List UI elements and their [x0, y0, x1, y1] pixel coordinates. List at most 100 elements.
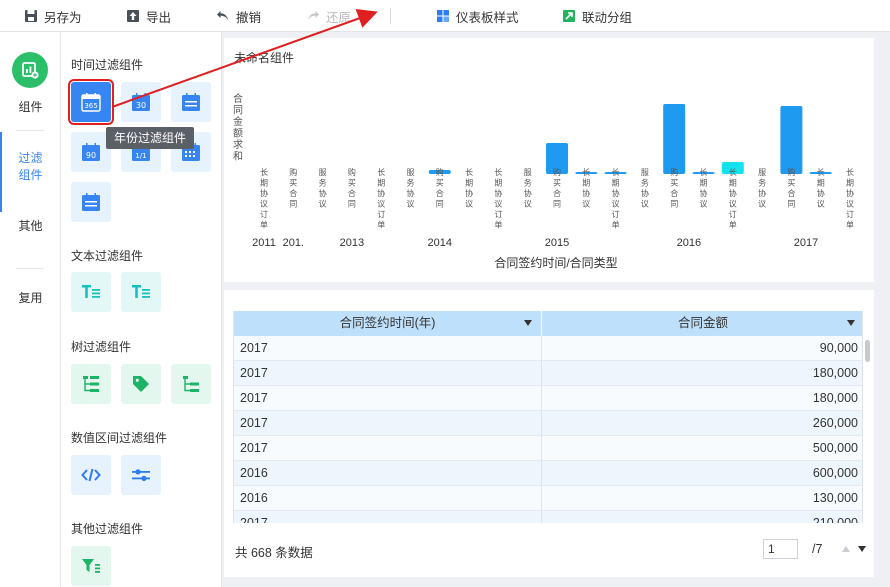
- undo-label: 撤销: [236, 10, 262, 25]
- x-tick-label: 购买合同: [670, 167, 678, 209]
- cell-amount: 130,000: [812, 491, 858, 505]
- code-icon: [81, 468, 101, 482]
- date-filter-button[interactable]: [171, 82, 211, 122]
- text-dropdown-filter-button[interactable]: [71, 272, 111, 312]
- nav-divider: [16, 130, 44, 131]
- text-list-icon: [82, 285, 100, 298]
- svg-text:90: 90: [86, 151, 96, 160]
- column-header-sign-year[interactable]: 合同签约时间(年): [234, 311, 542, 336]
- calendar-lines-icon: [82, 193, 100, 211]
- redo-button[interactable]: 还原: [306, 0, 351, 32]
- dashboard-style-button[interactable]: 仪表板样式: [436, 0, 519, 32]
- cell-year: 2017: [234, 411, 542, 435]
- table-row: 2016 600,000: [234, 461, 862, 486]
- tree-list-filter-button[interactable]: [171, 364, 211, 404]
- cell-year: 2017: [234, 336, 542, 360]
- calendar-lines-icon: [182, 93, 200, 111]
- x-tick-label: 长期协议: [582, 167, 590, 209]
- toolbar-divider: [390, 8, 391, 24]
- time-filter-button[interactable]: [71, 182, 111, 222]
- text-list-filter-button[interactable]: [121, 272, 161, 312]
- redo-label: 还原: [326, 10, 352, 25]
- linkage-group-button[interactable]: 联动分组: [562, 0, 632, 32]
- cell-year: 2017: [234, 361, 542, 385]
- cell-year: 2016: [234, 486, 542, 510]
- undo-button[interactable]: 撤销: [216, 0, 261, 32]
- nav-filter-components[interactable]: 过滤组件: [0, 150, 61, 184]
- cell-year: 2017: [234, 511, 542, 523]
- table-header: 合同签约时间(年) 合同金额: [234, 311, 862, 336]
- sort-dropdown-icon[interactable]: [847, 320, 855, 326]
- page-up-icon[interactable]: [842, 546, 850, 552]
- x-tick-label: 服务协议: [758, 168, 766, 209]
- x-tick-label: 长期协议: [700, 167, 708, 209]
- page-total: /7: [812, 542, 823, 556]
- cell-year: 2017: [234, 436, 542, 460]
- table-row: 2017 260,000: [234, 411, 862, 436]
- data-table: 合同签约时间(年) 合同金额 2017 90,000 2017 180,000 20…: [233, 311, 863, 523]
- x-tick-label: 长期协议订单: [260, 167, 268, 230]
- x-tick-label: 购买合同: [289, 167, 297, 209]
- range-slider-filter-button[interactable]: [121, 455, 161, 495]
- x-tick-label: 长期协议: [465, 167, 473, 209]
- bar: [663, 104, 686, 174]
- table-scrollbar[interactable]: [865, 340, 870, 362]
- table-widget[interactable]: 合同签约时间(年) 合同金额 2017 90,000 2017 180,000 20…: [224, 290, 874, 577]
- section-title-tree-filter: 树过滤组件: [71, 340, 132, 354]
- cell-amount: 600,000: [812, 466, 858, 480]
- svg-text:30: 30: [136, 101, 146, 110]
- cell-amount: 500,000: [812, 441, 858, 455]
- calendar-90-icon: 90: [82, 143, 100, 161]
- x-tick-label: 购买合同: [436, 167, 444, 209]
- components-logo-icon[interactable]: [12, 52, 48, 88]
- x-tick-label: 长期协议订单: [612, 167, 620, 230]
- tree-icon: [83, 376, 99, 392]
- save-icon: [24, 9, 38, 23]
- dashboard-style-label: 仪表板样式: [456, 10, 519, 25]
- funnel-list-icon: [82, 559, 100, 573]
- x-group-label: 201.: [283, 237, 304, 249]
- chart-widget[interactable]: 未命名组件 合同金额求和 长期协议订单 2011 购买合同 201. 服务协议 购买合同 长期…: [224, 38, 874, 282]
- section-title-range-filter: 数值区间过滤组件: [71, 431, 168, 445]
- x-tick-label: 服务协议: [407, 168, 415, 209]
- cell-year: 2016: [234, 461, 542, 485]
- export-button[interactable]: 导出: [126, 0, 171, 32]
- x-tick-label: 服务协议: [641, 168, 649, 209]
- x-group-label: 2014: [428, 237, 452, 249]
- tree-dropdown-filter-button[interactable]: [71, 364, 111, 404]
- text-list-icon: [132, 285, 150, 298]
- table-row: 2017 180,000: [234, 361, 862, 386]
- export-label: 导出: [146, 10, 172, 25]
- dashboard-style-icon: [436, 9, 450, 23]
- x-tick-label: 长期协议订单: [846, 167, 854, 230]
- undo-icon: [216, 9, 230, 23]
- export-icon: [126, 9, 140, 23]
- year-filter-button[interactable]: 365: [68, 79, 114, 125]
- column-header-label: 合同金额: [677, 316, 728, 330]
- cell-amount: 260,000: [812, 416, 858, 430]
- page-number-input[interactable]: [763, 539, 798, 559]
- save-as-button[interactable]: 另存为: [24, 0, 82, 32]
- section-title-other-filter: 其他过滤组件: [71, 522, 144, 536]
- range-code-filter-button[interactable]: [71, 455, 111, 495]
- table-body: 2017 90,000 2017 180,000 2017 180,000 2017 2…: [234, 336, 862, 523]
- tree-icon: [183, 376, 199, 392]
- x-axis-label: 合同签约时间/合同类型: [494, 255, 617, 270]
- month-filter-button[interactable]: 30: [121, 82, 161, 122]
- nav-reuse[interactable]: 复用: [0, 290, 61, 307]
- tree-label-filter-button[interactable]: [121, 364, 161, 404]
- nav-components[interactable]: 组件: [0, 99, 61, 116]
- year-filter-tooltip: 年份过滤组件: [106, 127, 195, 149]
- linkage-icon: [562, 9, 576, 23]
- quarter-filter-button[interactable]: 90: [71, 132, 111, 172]
- sort-dropdown-icon[interactable]: [524, 320, 532, 326]
- page-down-icon[interactable]: [858, 546, 866, 552]
- table-row: 2017 90,000: [234, 336, 862, 361]
- column-header-amount[interactable]: 合同金额: [542, 311, 862, 336]
- save-as-label: 另存为: [44, 10, 82, 25]
- x-group-label: 2017: [794, 237, 818, 249]
- x-group-label: 2015: [545, 237, 569, 249]
- table-row: 2016 130,000: [234, 486, 862, 511]
- other-filter-button[interactable]: [71, 546, 111, 586]
- nav-other[interactable]: 其他: [0, 218, 61, 235]
